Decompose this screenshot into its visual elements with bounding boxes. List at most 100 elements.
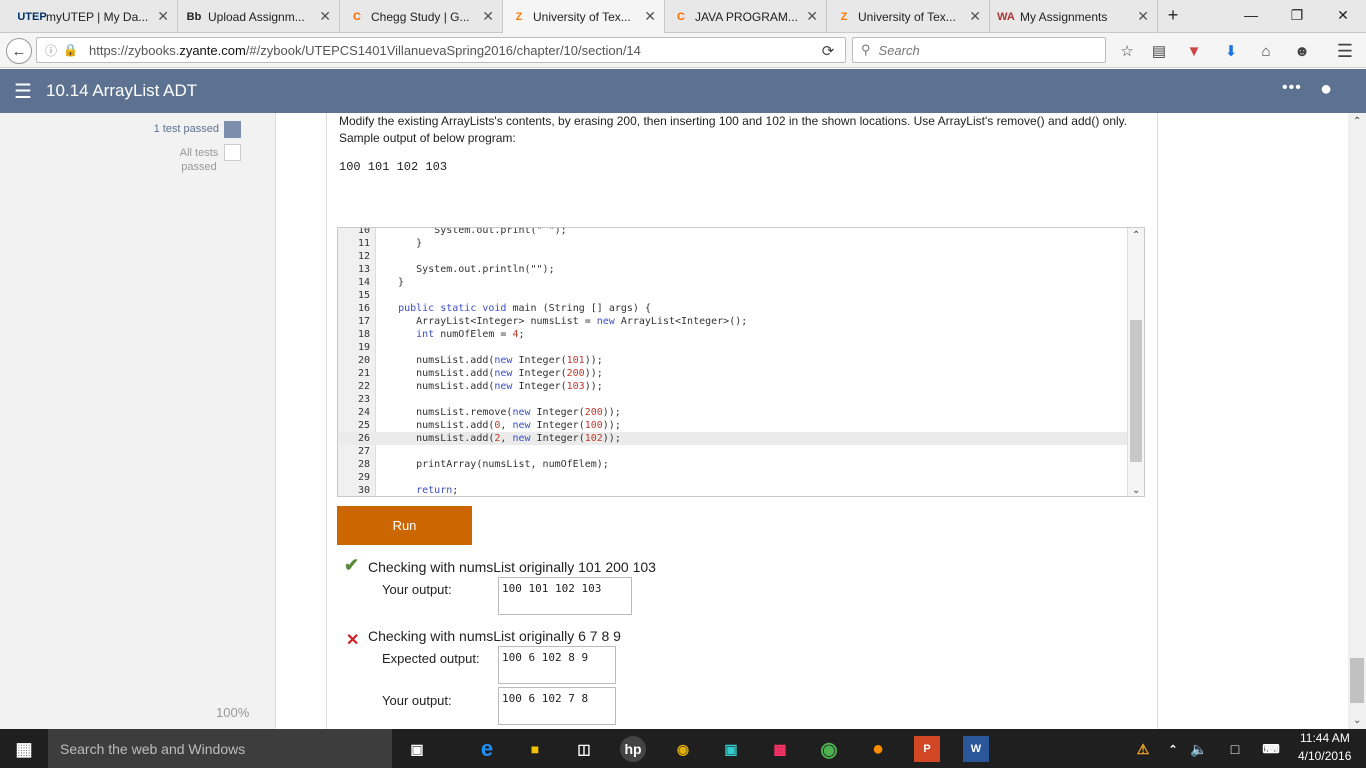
edge-browser-icon[interactable]: e	[474, 736, 500, 762]
close-tab-icon[interactable]: ✕	[157, 8, 169, 25]
url-bar[interactable]: ⓘ 🔒 https://zybooks.zyante.com/#/zybook/…	[36, 37, 846, 63]
code-line[interactable]: 22 numsList.add(new Integer(103));	[338, 380, 1128, 393]
close-tab-icon[interactable]: ✕	[969, 8, 981, 25]
code-line[interactable]: 13 System.out.println("");	[338, 263, 1128, 276]
code-line[interactable]: 15	[338, 289, 1128, 302]
audio-app-icon[interactable]: ▩	[767, 736, 793, 762]
code-line[interactable]: 10 System.out.print(" ");	[338, 227, 1128, 237]
browser-tab[interactable]: C Chegg Study | G... ✕	[341, 0, 503, 33]
user-avatar-icon[interactable]: ●	[1320, 78, 1332, 101]
windows-start-icon[interactable]: ▦	[11, 736, 37, 762]
browser-tab[interactable]: Z University of Tex... ✕	[503, 0, 665, 33]
camera-app-icon[interactable]: ▣	[718, 736, 744, 762]
browser-tab[interactable]: WA My Assignments ✕	[990, 0, 1158, 33]
word-icon[interactable]: W	[963, 736, 989, 762]
code-text: numsList.add(new Integer(200));	[380, 368, 603, 379]
notification-warning-icon[interactable]: ⚠	[1130, 736, 1156, 762]
lock-icon: 🔒	[63, 43, 78, 57]
line-number: 25	[357, 420, 370, 431]
code-line[interactable]: 16 public static void main (String [] ar…	[338, 302, 1128, 315]
sample-output: 100 101 102 103	[339, 160, 448, 174]
exercise-instructions: Modify the existing ArrayLists's content…	[339, 114, 1128, 145]
minimize-button[interactable]: —	[1228, 0, 1274, 30]
check2-text: Checking with numsList originally 6 7 8 …	[368, 628, 621, 644]
task-view-icon[interactable]: ▣	[404, 736, 430, 762]
scroll-down-icon[interactable]: ⌄	[1132, 485, 1140, 496]
code-line[interactable]: 18 int numOfElem = 4;	[338, 328, 1128, 341]
maximize-button[interactable]: ❐	[1274, 0, 1320, 30]
powerpoint-icon[interactable]: P	[914, 736, 940, 762]
code-line[interactable]: 14 }	[338, 276, 1128, 289]
code-line[interactable]: 12	[338, 250, 1128, 263]
home-icon[interactable]: ⌂	[1254, 39, 1278, 63]
code-line[interactable]: 17 ArrayList<Integer> numsList = new Arr…	[338, 315, 1128, 328]
close-tab-icon[interactable]: ✕	[1137, 8, 1149, 25]
clock-time[interactable]: 11:44 AM	[1300, 731, 1350, 745]
browser-tab[interactable]: UTEP myUTEP | My Da... ✕	[16, 0, 178, 33]
code-line[interactable]: 11 }	[338, 237, 1128, 250]
code-line[interactable]: 30 return;	[338, 484, 1128, 496]
line-number: 18	[357, 329, 370, 340]
close-tab-icon[interactable]: ✕	[644, 8, 656, 25]
code-line[interactable]: 24 numsList.remove(new Integer(200));	[338, 406, 1128, 419]
show-hidden-icons-icon[interactable]: ⌃	[1160, 736, 1186, 762]
more-options-icon[interactable]: •••	[1282, 79, 1302, 97]
page-scroll-down-icon[interactable]: ⌄	[1353, 715, 1361, 726]
chegg-icon: C	[353, 10, 361, 23]
scroll-up-icon[interactable]: ⌃	[1132, 230, 1140, 241]
check2-expected-box: 100 6 102 8 9	[498, 646, 616, 684]
code-line[interactable]: 20 numsList.add(new Integer(101));	[338, 354, 1128, 367]
code-text: System.out.print(" ");	[380, 227, 567, 236]
code-line[interactable]: 19	[338, 341, 1128, 354]
browser-tab[interactable]: Bb Upload Assignm... ✕	[178, 0, 340, 33]
hamburger-menu-icon[interactable]: ☰	[14, 79, 32, 104]
feedback-icon[interactable]: ☻	[1290, 39, 1314, 63]
page-scrollbar[interactable]: ⌃ ⌄	[1348, 113, 1366, 729]
page-scroll-thumb[interactable]	[1350, 658, 1364, 703]
browser-tab[interactable]: Z University of Tex... ✕	[828, 0, 990, 33]
check1-your-output-box: 100 101 102 103	[498, 577, 632, 615]
firefox-icon[interactable]: ●	[865, 736, 891, 762]
hp-icon[interactable]: hp	[620, 736, 646, 762]
action-center-icon[interactable]: □	[1222, 736, 1248, 762]
menu-icon[interactable]: ☰	[1333, 39, 1357, 63]
clock-date[interactable]: 4/10/2016	[1298, 749, 1351, 763]
pocket-icon[interactable]: ▼	[1182, 39, 1206, 63]
run-button[interactable]: Run	[337, 506, 472, 545]
file-explorer-icon[interactable]: ■	[522, 736, 548, 762]
code-line[interactable]: 26 numsList.add(2, new Integer(102));	[338, 432, 1128, 445]
browser-tab[interactable]: C JAVA PROGRAM... ✕	[665, 0, 827, 33]
test-passed-box	[224, 121, 241, 138]
chrome-icon[interactable]: ◉	[816, 736, 842, 762]
close-window-button[interactable]: ✕	[1320, 0, 1366, 30]
download-icon[interactable]: ⬇	[1219, 39, 1243, 63]
back-arrow-icon[interactable]: ←	[6, 38, 32, 64]
bookmark-star-icon[interactable]: ☆	[1115, 39, 1139, 63]
editor-scroll-thumb[interactable]	[1130, 320, 1142, 462]
store-icon[interactable]: ◫	[571, 736, 597, 762]
close-tab-icon[interactable]: ✕	[319, 8, 331, 25]
code-editor[interactable]: 10 System.out.print(" "); 11 } 12 13 System…	[337, 227, 1145, 497]
volume-icon[interactable]: 🔈	[1186, 736, 1212, 762]
page-scroll-up-icon[interactable]: ⌃	[1353, 116, 1361, 127]
code-line[interactable]: 25 numsList.add(0, new Integer(100));	[338, 419, 1128, 432]
info-icon[interactable]: ⓘ	[45, 42, 57, 59]
reload-icon[interactable]: ⟳	[816, 39, 840, 63]
close-tab-icon[interactable]: ✕	[482, 8, 494, 25]
new-tab-button[interactable]: +	[1158, 0, 1188, 30]
code-text: return;	[416, 485, 459, 496]
line-number: 30	[357, 485, 370, 496]
code-line[interactable]: 29	[338, 471, 1128, 484]
keyboard-icon[interactable]: ⌨	[1258, 736, 1284, 762]
media-app-icon[interactable]: ◉	[670, 736, 696, 762]
line-number: 24	[357, 407, 370, 418]
code-line[interactable]: 21 numsList.add(new Integer(200));	[338, 367, 1128, 380]
search-input[interactable]: ⚲ Search	[852, 37, 1106, 63]
code-line[interactable]: 28 printArray(numsList, numOfElem);	[338, 458, 1128, 471]
code-line[interactable]: 27	[338, 445, 1128, 458]
taskbar-search-input[interactable]: Search the web and Windows	[48, 729, 392, 768]
editor-scrollbar[interactable]: ⌃ ⌄	[1127, 228, 1144, 496]
close-tab-icon[interactable]: ✕	[806, 8, 818, 25]
code-line[interactable]: 23	[338, 393, 1128, 406]
reading-list-icon[interactable]: ▤	[1147, 39, 1171, 63]
